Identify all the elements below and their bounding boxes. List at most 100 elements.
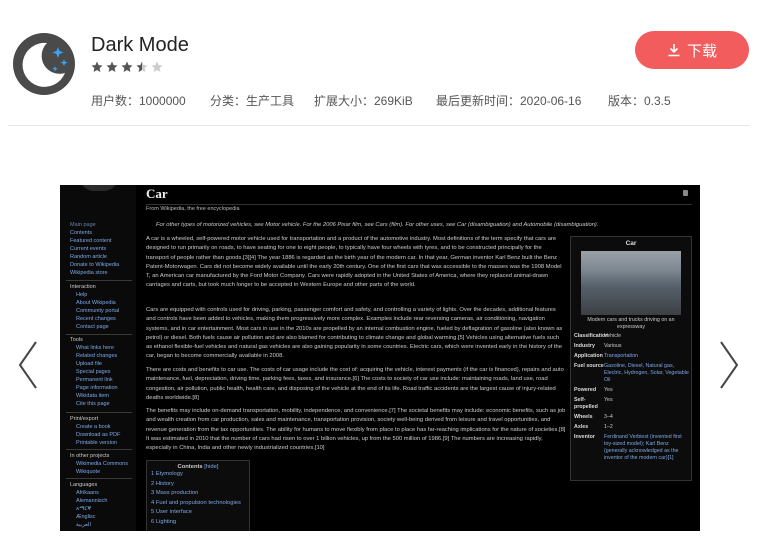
wiki-article: Car From Wikipedia, the free encyclopedi… <box>136 185 700 531</box>
divider <box>8 125 749 126</box>
infobox-row: Powered Yes <box>573 387 689 394</box>
infobox-value[interactable]: Transportation <box>604 353 689 360</box>
infobox-key: Fuel source <box>574 363 604 369</box>
sidebar-link[interactable]: Related changes <box>70 352 118 360</box>
sidebar-link[interactable]: Recent changes <box>70 315 119 323</box>
article-source: From Wikipedia, the free encyclopedia <box>146 206 240 212</box>
infobox: Car Modern cars and trucks driving on an… <box>570 236 692 481</box>
sidebar-divider <box>66 412 132 413</box>
meta-category: 分类：生产工具 <box>210 94 295 108</box>
toc-item[interactable]: 3 Mass production <box>147 489 249 499</box>
sidebar-print: Print/export Create a book Download as P… <box>70 415 120 447</box>
sidebar-divider <box>66 334 132 335</box>
sidebar-other: In other projects Wikimedia Commons Wiki… <box>70 452 128 476</box>
meta-version: 版本：0.3.5 <box>608 94 671 108</box>
app-icon <box>13 33 75 95</box>
table-of-contents: Contents [hide] 1 Etymology 2 History 3 … <box>146 460 250 531</box>
sidebar-link[interactable]: Wikiquote <box>70 468 128 476</box>
sidebar-link[interactable]: Wikidata item <box>70 392 118 400</box>
lock-icon <box>683 190 688 196</box>
sidebar-link[interactable]: About Wikipedia <box>70 299 119 307</box>
sidebar-link[interactable]: العربية <box>70 521 108 529</box>
infobox-row: Application Transportation <box>573 353 689 360</box>
toc-item[interactable]: 2 History <box>147 480 249 490</box>
next-arrow-icon[interactable] <box>718 340 740 390</box>
infobox-row: Self-propelled Yes <box>573 397 689 411</box>
sidebar-link[interactable]: Download as PDF <box>70 431 120 439</box>
sidebar-link[interactable]: Page information <box>70 384 118 392</box>
infobox-value: Yes <box>604 397 613 403</box>
sidebar-link[interactable]: Community portal <box>70 307 119 315</box>
sidebar-link[interactable]: Contents <box>70 229 119 237</box>
sidebar-link[interactable]: What links here <box>70 344 118 352</box>
infobox-image[interactable] <box>581 251 681 315</box>
sidebar-link[interactable]: Special pages <box>70 368 118 376</box>
preview-screenshot: Main page Contents Featured content Curr… <box>60 185 700 531</box>
download-button[interactable]: 下载 <box>635 31 749 69</box>
sidebar-link[interactable]: Cite this page <box>70 400 118 408</box>
infobox-value: 3–4 <box>604 414 613 420</box>
infobox-row: Fuel source Gasoline, Diesel, Natural gas… <box>573 363 689 384</box>
sidebar-link[interactable]: አማርኛ <box>70 505 108 513</box>
sidebar-link[interactable]: Afrikaans <box>70 489 108 497</box>
rating-stars <box>91 61 163 75</box>
infobox-value[interactable]: Gasoline, Diesel, Natural gas, Electric,… <box>604 363 689 384</box>
infobox-title: Car <box>625 240 637 247</box>
sidebar-link[interactable]: Main page <box>70 221 119 229</box>
toc-item[interactable]: 4 Fuel and propulsion technologies <box>147 499 249 509</box>
meta-size: 扩展大小：269KiB <box>314 94 413 108</box>
prev-arrow-icon[interactable] <box>17 340 39 390</box>
sidebar-link[interactable]: Create a book <box>70 423 120 431</box>
infobox-key: Classification <box>574 333 609 339</box>
star-icon <box>91 61 103 72</box>
sidebar-link[interactable]: Alemannisch <box>70 497 108 505</box>
infobox-value: Yes <box>604 387 613 393</box>
infobox-value: Various <box>604 343 622 349</box>
article-paragraph: The benefits may include on-demand trans… <box>146 408 566 452</box>
sidebar-link[interactable]: Contact page <box>70 323 119 331</box>
sidebar-divider <box>66 449 132 450</box>
toc-hide-link[interactable]: [hide] <box>204 464 218 470</box>
sidebar-link[interactable]: Featured content <box>70 237 119 245</box>
infobox-row: Industry Various <box>573 343 689 350</box>
hatnote: For other types of motorized vehicles, s… <box>156 222 599 228</box>
infobox-row: Axles 1–2 <box>573 424 689 431</box>
download-icon <box>668 44 680 57</box>
infobox-value[interactable]: Ferdinand Verbiest (invented first toy-s… <box>604 434 689 462</box>
infobox-row: Inventor Ferdinand Verbiest (invented fir… <box>573 434 689 462</box>
wiki-logo <box>80 185 118 191</box>
sidebar-heading: Interaction <box>70 284 96 290</box>
half-star-icon <box>136 61 148 72</box>
article-paragraph: A car is a wheeled, self-powered motor v… <box>146 236 562 289</box>
infobox-row: Classification Vehicle <box>573 333 689 340</box>
infobox-key: Inventor <box>574 434 595 440</box>
sidebar-link[interactable]: Wikimedia Commons <box>70 460 128 468</box>
sidebar-divider <box>66 280 132 281</box>
toc-item[interactable]: 1 Etymology <box>147 470 249 480</box>
sidebar-link[interactable]: Help <box>70 291 119 299</box>
sidebar-link[interactable]: Ænglisc <box>70 513 108 521</box>
infobox-value: 1–2 <box>604 424 613 430</box>
sidebar-link[interactable]: Wikipedia store <box>70 269 119 277</box>
meta-updated: 最后更新时间：2020-06-16 <box>436 94 582 108</box>
star-icon <box>121 61 133 72</box>
star-icon <box>106 61 118 72</box>
sidebar-link[interactable]: Permanent link <box>70 376 118 384</box>
sidebar-link[interactable]: Donate to Wikipedia <box>70 261 119 269</box>
infobox-key: Wheels <box>574 414 593 420</box>
infobox-key: Application <box>574 353 603 359</box>
toc-item[interactable]: 6 Lighting <box>147 518 249 528</box>
sidebar-heading: Print/export <box>70 416 99 422</box>
sidebar-link[interactable]: Random article <box>70 253 119 261</box>
sidebar-interaction: Interaction Help About Wikipedia Communi… <box>70 283 119 331</box>
article-paragraph: There are costs and benefits to car use.… <box>146 367 564 401</box>
toc-item[interactable]: 5 User interface <box>147 508 249 518</box>
sidebar-nav: Main page Contents Featured content Curr… <box>70 221 119 277</box>
sidebar-link[interactable]: Printable version <box>70 439 120 447</box>
infobox-key: Industry <box>574 343 595 349</box>
sidebar-link[interactable]: Current events <box>70 245 119 253</box>
sidebar-link[interactable]: Upload file <box>70 360 118 368</box>
sidebar-tools: Tools What links here Related changes Up… <box>70 336 118 408</box>
article-title: Car <box>146 186 168 201</box>
infobox-value: Vehicle <box>604 333 622 339</box>
